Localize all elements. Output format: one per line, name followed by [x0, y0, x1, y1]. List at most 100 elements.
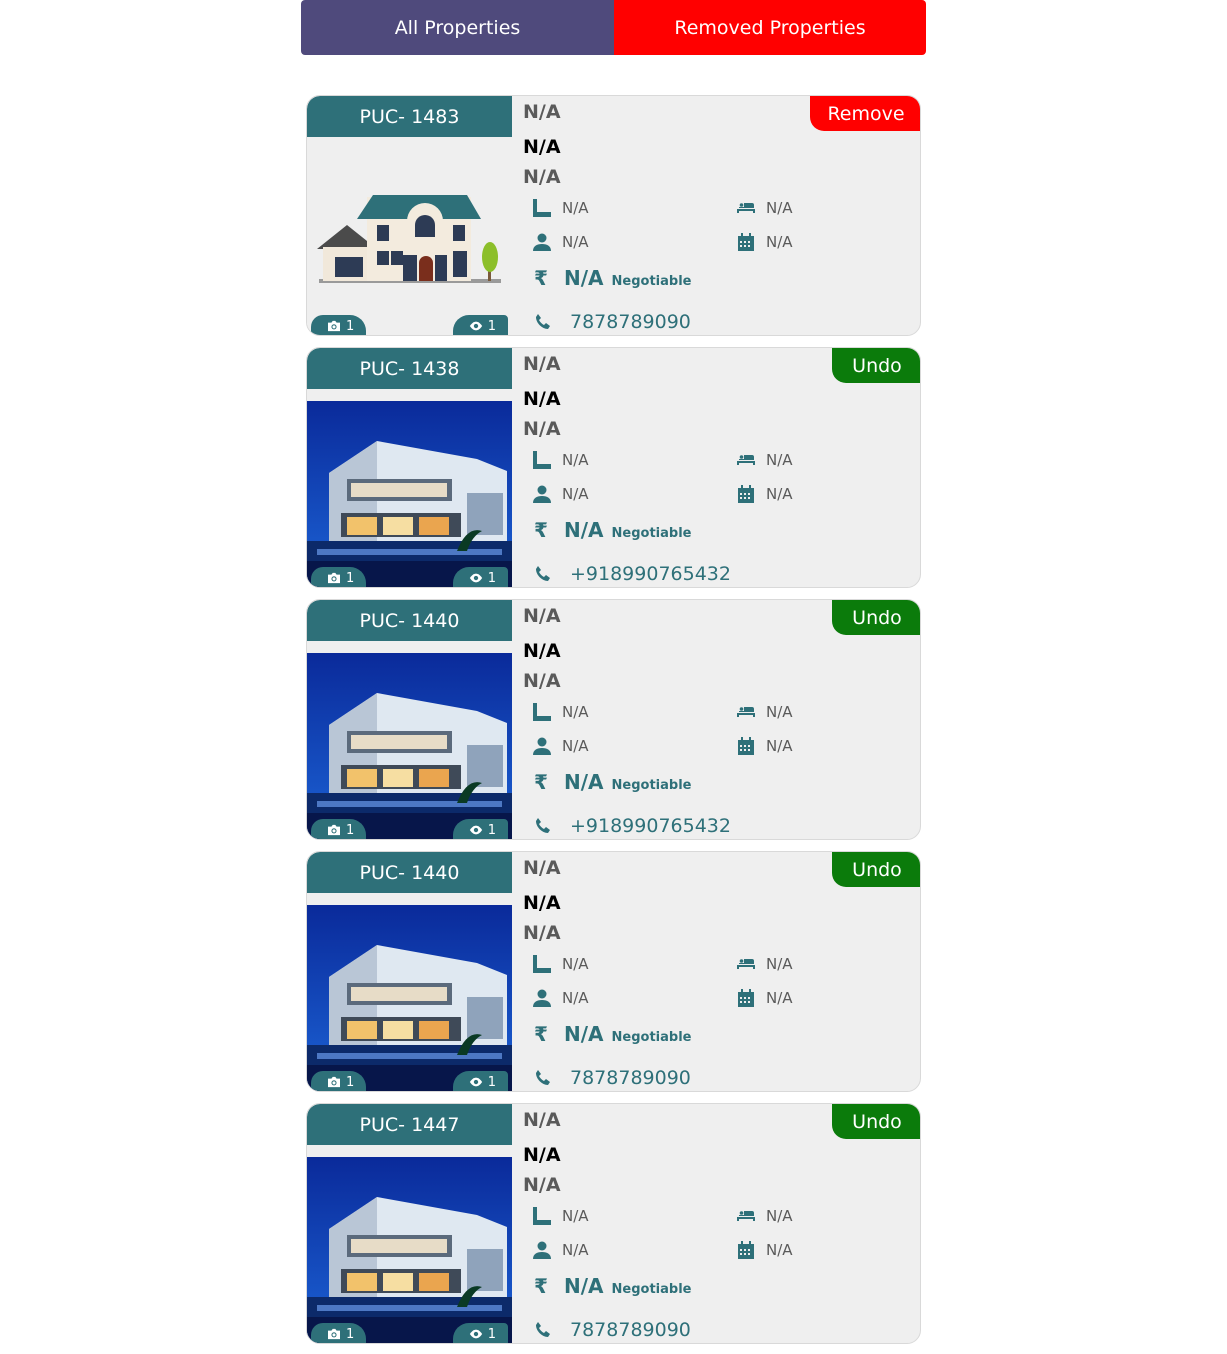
camera-icon	[328, 1328, 340, 1340]
photo-count: 1	[346, 1074, 355, 1090]
modern-villa-photo	[307, 1157, 512, 1343]
bedrooms-info: N/A	[736, 1207, 793, 1225]
owner-info: N/A	[532, 1241, 589, 1259]
contact-phone[interactable]: +918990765432	[534, 815, 731, 837]
date-info: N/A	[736, 989, 793, 1007]
photo-count: 1	[346, 1326, 355, 1342]
rupee-icon: ₹	[534, 266, 548, 290]
calendar-icon	[738, 1241, 754, 1259]
photo-count: 1	[346, 822, 355, 838]
contact-phone[interactable]: 7878789090	[534, 1067, 691, 1089]
property-code: PUC- 1483	[307, 96, 512, 137]
bedrooms-info: N/A	[736, 955, 793, 973]
undo-button[interactable]: Undo	[832, 600, 920, 635]
property-code: PUC- 1447	[307, 1104, 512, 1145]
phone-number: +918990765432	[570, 815, 731, 837]
property-card[interactable]: PUC- 1440 1 1 N/A N/A N/A Undo N/A N/A N…	[306, 851, 921, 1092]
negotiable-label: Negotiable	[611, 1030, 692, 1045]
eye-icon	[469, 1077, 482, 1087]
owner-info: N/A	[532, 233, 589, 251]
bedrooms-value: N/A	[766, 1207, 793, 1225]
view-count: 1	[487, 822, 496, 838]
contact-phone[interactable]: +918990765432	[534, 563, 731, 585]
photo-count: 1	[346, 570, 355, 586]
undo-button[interactable]: Undo	[832, 852, 920, 887]
bedrooms-value: N/A	[766, 451, 793, 469]
ruler-icon	[533, 703, 551, 721]
user-icon	[533, 233, 551, 251]
property-title: N/A	[523, 101, 561, 123]
undo-button[interactable]: Undo	[832, 348, 920, 383]
phone-number: 7878789090	[570, 1067, 691, 1089]
property-card[interactable]: PUC- 1440 1 1 N/A N/A N/A Undo N/A N/A N…	[306, 599, 921, 840]
card-media: PUC- 1447 1 1	[307, 1104, 512, 1343]
property-photo[interactable]	[307, 401, 512, 587]
calendar-icon	[738, 989, 754, 1007]
phone-icon	[536, 566, 550, 581]
property-photo[interactable]	[307, 905, 512, 1091]
property-card[interactable]: PUC- 1483 1 1 N/A N/A N/A Remove N/A N/A…	[306, 95, 921, 336]
property-code: PUC- 1440	[307, 600, 512, 641]
negotiable-label: Negotiable	[611, 778, 692, 793]
user-icon	[533, 485, 551, 503]
photo-count-badge[interactable]: 1	[311, 1071, 367, 1091]
price-info: ₹ N/A Negotiable	[534, 266, 692, 290]
price-info: ₹ N/A Negotiable	[534, 1274, 692, 1298]
bed-icon	[737, 958, 755, 969]
property-subtitle: N/A	[523, 388, 561, 410]
bed-icon	[737, 202, 755, 213]
area-value: N/A	[562, 955, 589, 973]
date-info: N/A	[736, 1241, 793, 1259]
house-illustration	[307, 137, 512, 335]
card-media: PUC- 1440 1 1	[307, 852, 512, 1091]
area-value: N/A	[562, 451, 589, 469]
contact-phone[interactable]: 7878789090	[534, 1319, 691, 1341]
card-details: N/A N/A N/A Undo N/A N/A N/A N/A ₹ N/A N…	[512, 1104, 920, 1343]
property-card[interactable]: PUC- 1438 1 1 N/A N/A N/A Undo N/A N/A N…	[306, 347, 921, 588]
contact-phone[interactable]: 7878789090	[534, 311, 691, 333]
owner-value: N/A	[562, 1241, 589, 1259]
undo-button[interactable]: Undo	[832, 1104, 920, 1139]
price-info: ₹ N/A Negotiable	[534, 770, 692, 794]
property-title: N/A	[523, 1109, 561, 1131]
phone-number: 7878789090	[570, 1319, 691, 1341]
area-info: N/A	[532, 955, 589, 973]
area-value: N/A	[562, 703, 589, 721]
calendar-icon	[738, 737, 754, 755]
modern-villa-photo	[307, 653, 512, 839]
photo-count-badge[interactable]: 1	[311, 567, 367, 587]
phone-icon	[536, 818, 550, 833]
date-value: N/A	[766, 485, 793, 503]
property-location: N/A	[523, 418, 561, 440]
bedrooms-value: N/A	[766, 199, 793, 217]
card-media: PUC- 1483 1 1	[307, 96, 512, 335]
date-info: N/A	[736, 233, 793, 251]
area-info: N/A	[532, 451, 589, 469]
property-photo[interactable]	[307, 653, 512, 839]
card-media: PUC- 1440 1 1	[307, 600, 512, 839]
owner-value: N/A	[562, 233, 589, 251]
phone-number: +918990765432	[570, 563, 731, 585]
view-count: 1	[487, 570, 496, 586]
property-photo[interactable]	[307, 137, 512, 335]
property-location: N/A	[523, 166, 561, 188]
owner-info: N/A	[532, 485, 589, 503]
tab-all-properties[interactable]: All Properties	[301, 0, 614, 55]
photo-count-badge[interactable]: 1	[311, 315, 367, 335]
property-card[interactable]: PUC- 1447 1 1 N/A N/A N/A Undo N/A N/A N…	[306, 1103, 921, 1344]
date-value: N/A	[766, 233, 793, 251]
view-count: 1	[487, 318, 496, 334]
bedrooms-info: N/A	[736, 451, 793, 469]
camera-icon	[328, 824, 340, 836]
photo-count-badge[interactable]: 1	[311, 819, 367, 839]
price-info: ₹ N/A Negotiable	[534, 1022, 692, 1046]
property-tabs: All Properties Removed Properties	[301, 0, 926, 55]
photo-count-badge[interactable]: 1	[311, 1323, 367, 1343]
property-title: N/A	[523, 353, 561, 375]
photo-count: 1	[346, 318, 355, 334]
property-photo[interactable]	[307, 1157, 512, 1343]
tab-removed-properties[interactable]: Removed Properties	[614, 0, 926, 55]
user-icon	[533, 1241, 551, 1259]
phone-icon	[536, 1070, 550, 1085]
remove-button[interactable]: Remove	[810, 96, 920, 131]
